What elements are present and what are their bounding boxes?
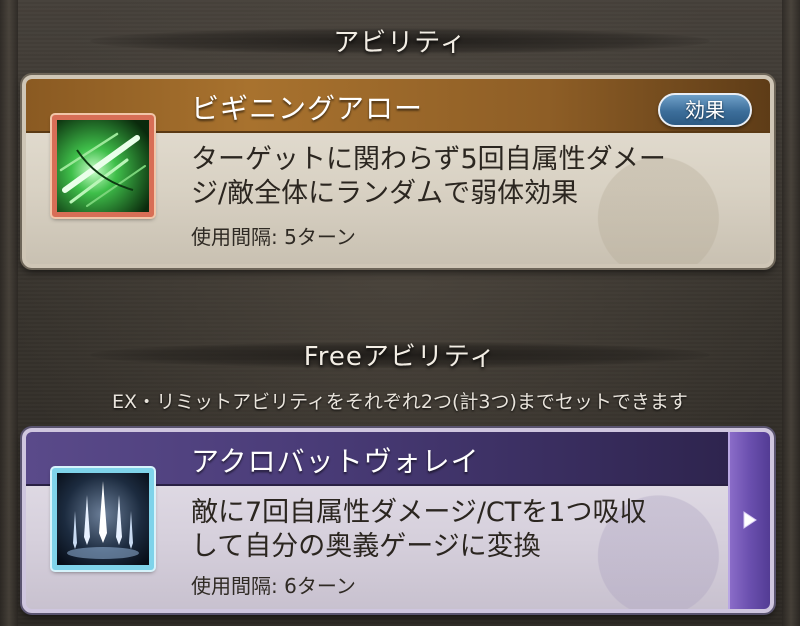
white-arrow-volley-icon <box>57 473 149 565</box>
free-ability-icon-frame <box>52 468 154 570</box>
right-trim <box>782 0 800 626</box>
free-ability-name: アクロバットヴォレイ <box>191 445 480 478</box>
free-ability-note: EX・リミットアビリティをそれぞれ2つ(計3つ)までセットできます <box>112 391 688 413</box>
free-ability-description: 敵に7回自属性ダメージ/CTを1つ吸収 して自分の奥義ゲージに変換 <box>191 496 731 564</box>
effect-button[interactable]: 効果 <box>658 93 752 127</box>
ability-header-label: アビリティ <box>333 28 467 58</box>
ability-description: ターゲットに関わらず5回自属性ダメー ジ/敵全体にランダムで弱体効果 <box>191 143 731 211</box>
left-trim <box>0 0 18 626</box>
green-arrow-burst-icon <box>57 120 149 212</box>
triangle-right-icon <box>743 511 757 529</box>
ability-name: ビギニングアロー <box>191 92 424 125</box>
ability-description-line2: ジ/敵全体にランダムで弱体効果 <box>191 178 579 209</box>
free-description-line1: 敵に7回自属性ダメージ/CTを1つ吸収 <box>191 497 647 528</box>
ability-icon-frame <box>52 115 154 217</box>
free-ability-cooldown: 使用間隔: 6ターン <box>191 574 356 598</box>
ability-section-header: アビリティ <box>0 22 800 59</box>
free-description-line2: して自分の奥義ゲージに変換 <box>191 531 541 562</box>
free-section-header: Freeアビリティ <box>0 336 800 373</box>
ability-cooldown: 使用間隔: 5ターン <box>191 225 356 249</box>
ability-description-line1: ターゲットに関わらず5回自属性ダメー <box>191 144 666 175</box>
scroll-tab[interactable] <box>728 432 770 609</box>
free-header-label: Freeアビリティ <box>303 342 497 372</box>
free-ability-card[interactable]: アクロバットヴォレイ 敵に7回自属性ダメージ/CTを1つ吸収 して自分の奥義ゲー… <box>22 428 774 613</box>
ability-card[interactable]: ビギニングアロー 効果 ターゲットに関わらず5回自属性ダメー ジ/敵全体にランダ… <box>22 75 774 268</box>
